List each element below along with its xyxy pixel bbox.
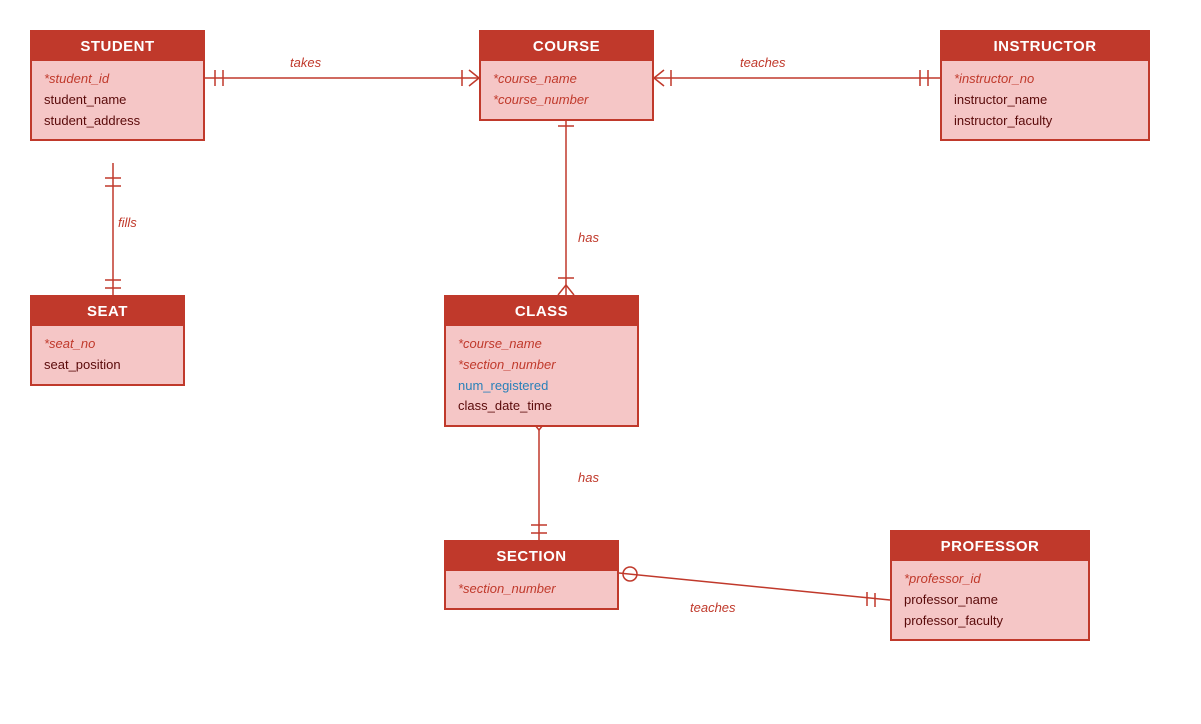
entity-course-body: *course_name *course_number [481,61,652,119]
rel-label-teaches-professor: teaches [690,600,736,615]
entity-seat-header: SEAT [32,297,183,326]
entity-professor-body: *professor_id professor_name professor_f… [892,561,1088,639]
entity-seat-body: *seat_no seat_position [32,326,183,384]
entity-student-header: STUDENT [32,32,203,61]
field-instructor-name: instructor_name [954,90,1136,111]
field-professor-id: *professor_id [904,569,1076,590]
entity-class: CLASS *course_name *section_number num_r… [444,295,639,427]
field-class-num-registered: num_registered [458,376,625,397]
field-professor-name: professor_name [904,590,1076,611]
field-course-name: *course_name [493,69,640,90]
entity-section-header: SECTION [446,542,617,571]
field-section-number: *section_number [458,579,605,600]
entity-course-header: COURSE [481,32,652,61]
field-student-name: student_name [44,90,191,111]
entity-professor-header: PROFESSOR [892,532,1088,561]
rel-label-has-class: has [578,230,599,245]
field-instructor-faculty: instructor_faculty [954,111,1136,132]
field-seat-no: *seat_no [44,334,171,355]
entity-seat: SEAT *seat_no seat_position [30,295,185,386]
field-class-course-name: *course_name [458,334,625,355]
rel-label-has-section: has [578,470,599,485]
entity-section-body: *section_number [446,571,617,608]
field-class-section-number: *section_number [458,355,625,376]
field-student-id: *student_id [44,69,191,90]
field-student-address: student_address [44,111,191,132]
diagram-container: takes teaches fills has has teaches STUD… [0,0,1201,724]
field-class-date-time: class_date_time [458,396,625,417]
rel-label-takes: takes [290,55,321,70]
field-seat-position: seat_position [44,355,171,376]
field-professor-faculty: professor_faculty [904,611,1076,632]
entity-professor: PROFESSOR *professor_id professor_name p… [890,530,1090,641]
field-course-number: *course_number [493,90,640,111]
entity-class-body: *course_name *section_number num_registe… [446,326,637,425]
entity-course: COURSE *course_name *course_number [479,30,654,121]
entity-student-body: *student_id student_name student_address [32,61,203,139]
field-instructor-no: *instructor_no [954,69,1136,90]
entity-instructor-body: *instructor_no instructor_name instructo… [942,61,1148,139]
rel-label-teaches-instructor: teaches [740,55,786,70]
entity-instructor-header: INSTRUCTOR [942,32,1148,61]
entity-class-header: CLASS [446,297,637,326]
rel-label-fills: fills [118,215,137,230]
entity-section: SECTION *section_number [444,540,619,610]
entity-student: STUDENT *student_id student_name student… [30,30,205,141]
entity-instructor: INSTRUCTOR *instructor_no instructor_nam… [940,30,1150,141]
